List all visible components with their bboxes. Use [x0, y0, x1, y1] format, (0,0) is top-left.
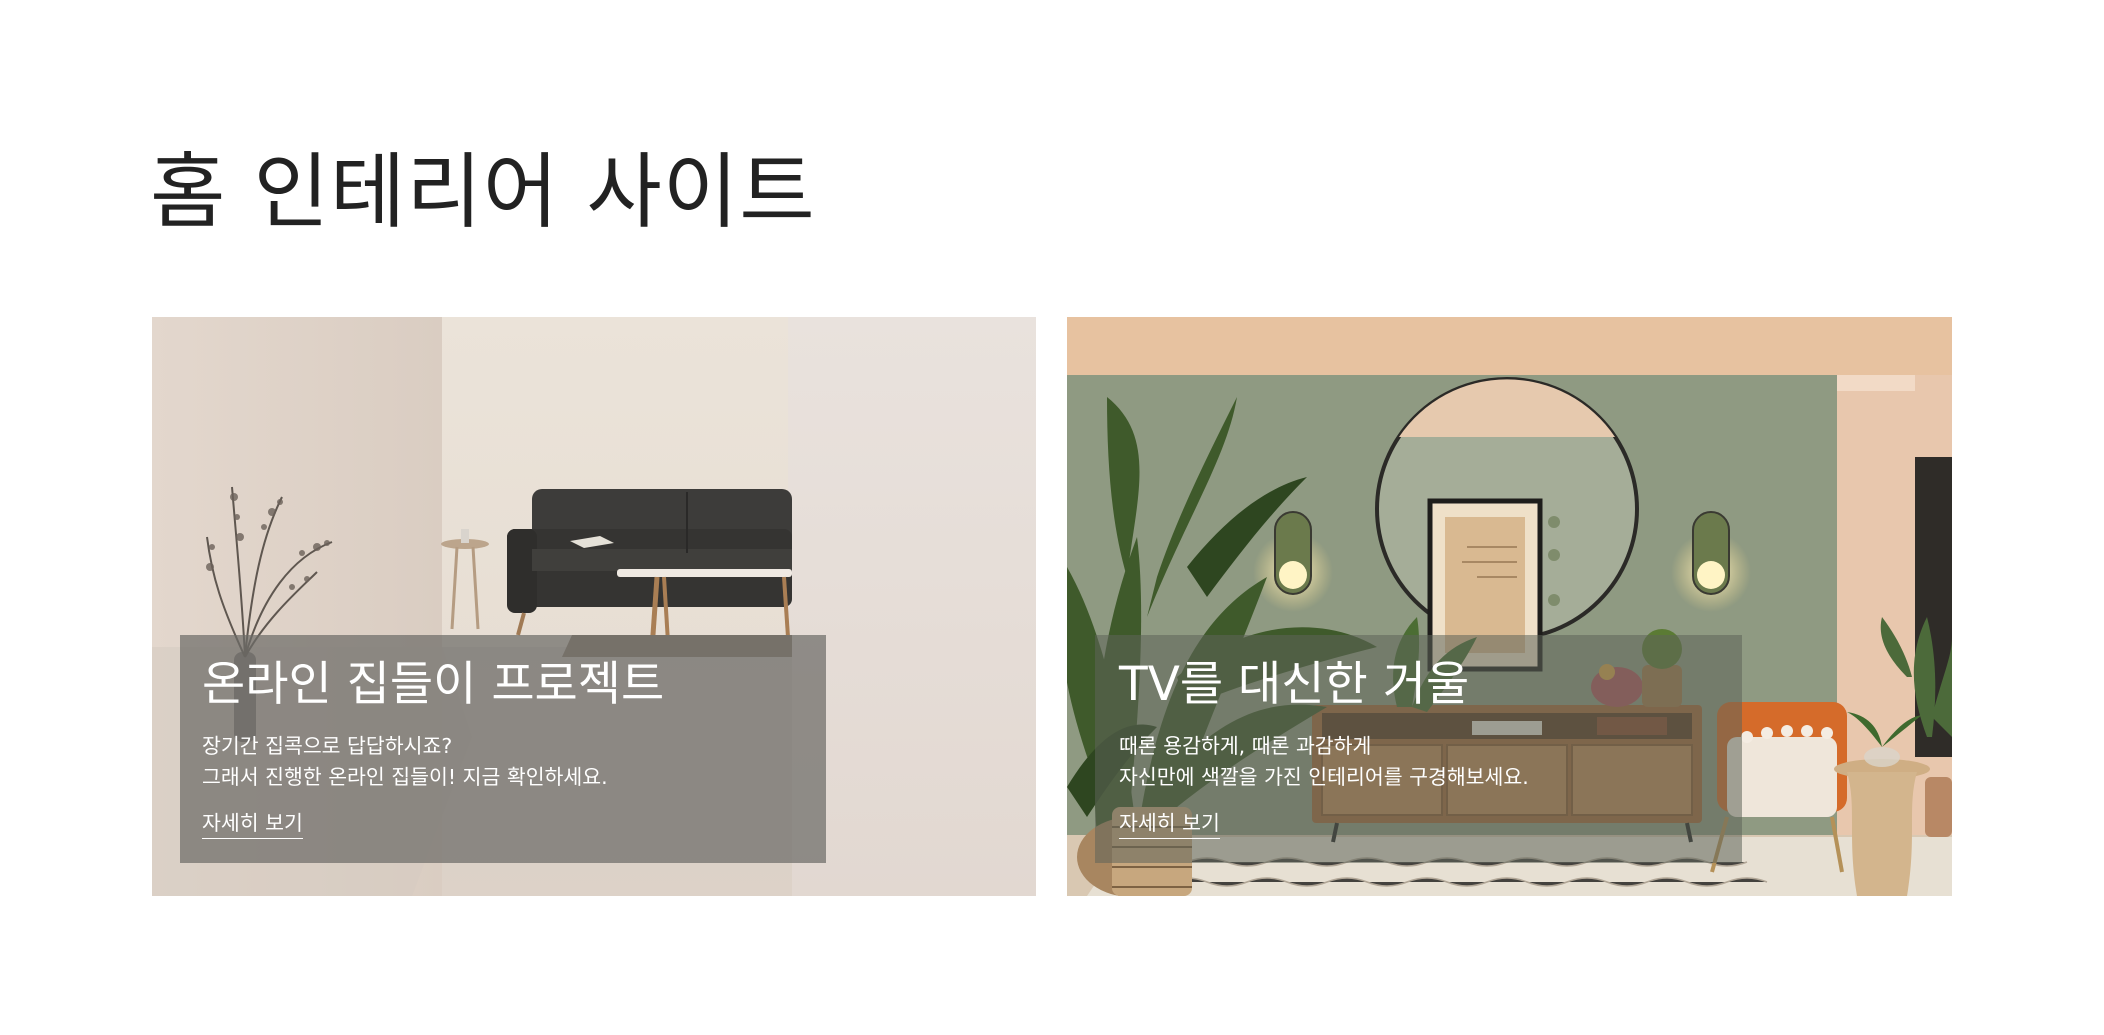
view-more-link[interactable]: 자세히 보기	[202, 809, 303, 839]
view-more-link[interactable]: 자세히 보기	[1119, 809, 1220, 839]
page-title: 홈 인테리어 사이트	[150, 145, 816, 240]
card-description-line: 자신만에 색깔을 가진 인테리어를 구경해보세요.	[1119, 765, 1529, 789]
card-title: 온라인 집들이 프로젝트	[202, 657, 665, 712]
card-description-line: 그래서 진행한 온라인 집들이! 지금 확인하세요.	[202, 765, 608, 789]
card-caption-overlay: 온라인 집들이 프로젝트 장기간 집콕으로 답답하시죠? 그래서 진행한 온라인…	[180, 635, 826, 863]
card-title: TV를 대신한 거울	[1119, 657, 1470, 712]
card-description: 장기간 집콕으로 답답하시죠? 그래서 진행한 온라인 집들이! 지금 확인하세…	[202, 731, 608, 793]
card-caption-overlay: TV를 대신한 거울 때론 용감하게, 때론 과감하게 자신만에 색깔을 가진 …	[1095, 635, 1742, 863]
card-description-line: 때론 용감하게, 때론 과감하게	[1119, 734, 1372, 758]
card-description-line: 장기간 집콕으로 답답하시죠?	[202, 734, 453, 758]
card-description: 때론 용감하게, 때론 과감하게 자신만에 색깔을 가진 인테리어를 구경해보세…	[1119, 731, 1529, 793]
card-online-housewarming[interactable]: 온라인 집들이 프로젝트 장기간 집콕으로 답답하시죠? 그래서 진행한 온라인…	[152, 317, 1036, 896]
card-mirror-instead-of-tv[interactable]: TV를 대신한 거울 때론 용감하게, 때론 과감하게 자신만에 색깔을 가진 …	[1067, 317, 1952, 896]
